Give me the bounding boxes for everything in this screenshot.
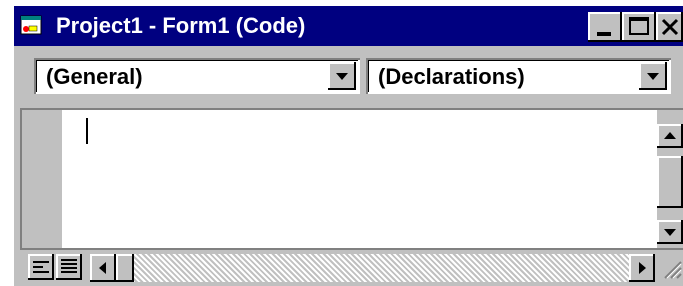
vertical-scrollbar[interactable] xyxy=(657,110,683,248)
arrow-up-icon xyxy=(664,132,676,139)
horizontal-scroll-thumb[interactable] xyxy=(116,254,134,282)
object-combo[interactable]: (General) xyxy=(34,58,360,94)
full-module-view-button[interactable] xyxy=(56,254,82,280)
procedure-view-button[interactable] xyxy=(28,254,54,280)
full-module-view-icon xyxy=(61,259,77,273)
resize-grip[interactable] xyxy=(657,254,683,282)
scroll-up-button[interactable] xyxy=(657,124,683,148)
resize-grip-icon xyxy=(664,261,682,279)
procedure-combo-dropdown-button[interactable] xyxy=(639,62,667,90)
procedure-view-icon xyxy=(33,261,49,273)
chevron-down-icon xyxy=(647,73,659,80)
maximize-button[interactable] xyxy=(622,12,656,42)
procedure-combo[interactable]: (Declarations) xyxy=(366,58,671,94)
code-window: Project1 - Form1 (Code) (General) (Decla… xyxy=(14,6,683,286)
close-icon xyxy=(661,18,679,36)
arrow-left-icon xyxy=(99,262,106,274)
minimize-icon xyxy=(597,32,611,36)
window-title: Project1 - Form1 (Code) xyxy=(56,13,306,38)
vertical-scroll-thumb[interactable] xyxy=(657,156,683,208)
minimize-button[interactable] xyxy=(588,12,622,42)
procedure-combo-value: (Declarations) xyxy=(378,64,525,89)
arrow-right-icon xyxy=(639,262,646,274)
scroll-right-button[interactable] xyxy=(629,254,655,282)
scroll-down-button[interactable] xyxy=(657,220,683,244)
title-bar[interactable]: Project1 - Form1 (Code) xyxy=(14,6,683,46)
object-combo-value: (General) xyxy=(46,64,143,89)
text-caret xyxy=(86,118,88,144)
chevron-down-icon xyxy=(336,73,348,80)
combo-toolbar: (General) (Declarations) xyxy=(14,46,683,108)
form-icon[interactable] xyxy=(20,14,42,36)
arrow-down-icon xyxy=(664,229,676,236)
horizontal-scrollbar[interactable] xyxy=(90,254,655,282)
close-button[interactable] xyxy=(656,12,683,42)
maximize-icon xyxy=(629,17,649,35)
code-text-area[interactable] xyxy=(62,110,657,248)
editor-status-bar xyxy=(20,250,683,286)
code-editor xyxy=(20,108,683,286)
object-combo-dropdown-button[interactable] xyxy=(328,62,356,90)
margin-indicator-bar[interactable] xyxy=(22,110,62,248)
scroll-left-button[interactable] xyxy=(90,254,116,282)
